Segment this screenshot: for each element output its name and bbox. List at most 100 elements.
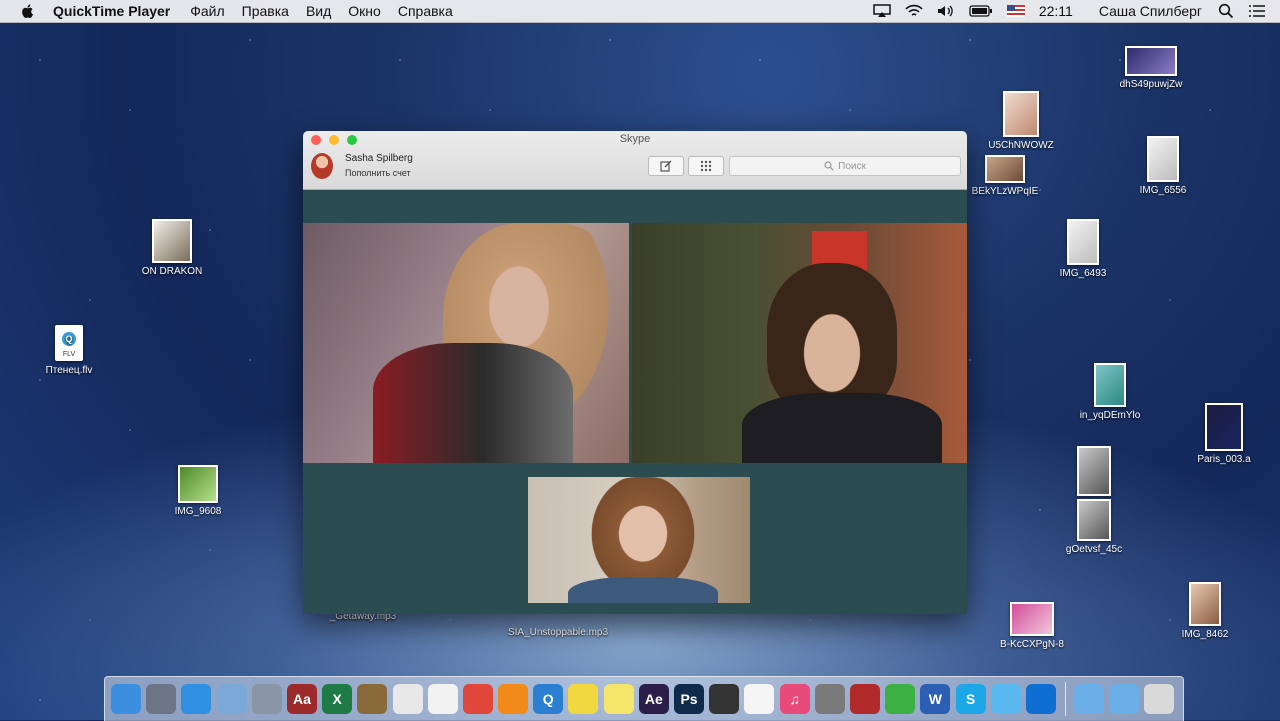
dock-separator <box>1065 682 1067 716</box>
dock-final-cut-icon[interactable] <box>709 684 740 714</box>
desktop-icon[interactable]: gOetvsf_45c <box>1049 446 1139 555</box>
dock-stacks <box>1074 684 1180 714</box>
desktop-icon[interactable]: in_yqDEmYlo <box>1065 363 1155 421</box>
menubar-clock[interactable]: 22:11 <box>1039 3 1073 19</box>
dock-photoshop-icon[interactable]: Ps <box>674 684 704 714</box>
desktop-icon[interactable]: B-KcCXPgN-8 <box>987 602 1077 650</box>
participant-figure <box>568 577 718 603</box>
menu-view[interactable]: Вид <box>306 3 331 19</box>
dock-launchpad-icon[interactable] <box>146 684 177 714</box>
avatar[interactable] <box>311 153 333 179</box>
desktop-icon-label: SIA_Unstoppable.mp3 <box>507 627 609 638</box>
desktop-icon-label: B-KcCXPgN-8 <box>1000 639 1064 650</box>
dock-word-icon[interactable]: W <box>920 684 951 714</box>
battery-icon[interactable] <box>969 5 993 17</box>
desktop-icon-label: IMG_8462 <box>1181 629 1229 640</box>
dialpad-button[interactable] <box>688 156 724 176</box>
menu-edit[interactable]: Правка <box>242 3 289 19</box>
dock-downloads-folder-icon[interactable] <box>1109 684 1140 714</box>
photo-thumbnail <box>1094 363 1126 407</box>
self-video-preview[interactable] <box>528 477 750 603</box>
photo-thumbnail <box>1077 499 1111 541</box>
dock-dictionary-icon[interactable]: Aa <box>286 684 317 714</box>
desktop-icon-label: U5ChNWOWZ <box>988 140 1054 151</box>
desktop-icon-label: IMG_6493 <box>1059 268 1107 279</box>
skype-window[interactable]: Skype Sasha Spilberg Пополнить счет Поис… <box>303 131 967 614</box>
desktop-icon[interactable]: U5ChNWOWZ <box>976 91 1066 151</box>
participant-figure <box>742 393 942 463</box>
photo-thumbnail <box>1003 91 1039 137</box>
dock-vlc-icon[interactable] <box>498 684 529 714</box>
desktop-icon[interactable]: IMG_6556 <box>1118 136 1208 196</box>
dock-facetime-icon[interactable] <box>885 684 916 714</box>
desktop-icon[interactable]: dhS49puwjZw <box>1106 46 1196 90</box>
flag-us-icon[interactable] <box>1006 5 1025 17</box>
dock-after-effects-icon[interactable]: Ae <box>638 684 669 714</box>
list-icon[interactable] <box>1248 4 1266 18</box>
dock-applications-folder-icon[interactable] <box>1074 684 1105 714</box>
dock-notebook-icon[interactable] <box>357 684 388 714</box>
dock-chrome-icon[interactable] <box>462 684 493 714</box>
dock-teamviewer-icon[interactable] <box>1025 684 1056 714</box>
desktop-icon-label: gOetvsf_45c <box>1065 544 1123 555</box>
photo-thumbnail <box>1067 219 1099 265</box>
search-icon <box>824 161 834 171</box>
desktop-icon[interactable]: Paris_003.a <box>1179 403 1269 465</box>
dock-excel-icon[interactable]: X <box>322 684 353 714</box>
desktop-icon-label: ON DRAKON <box>141 266 203 277</box>
menu-file[interactable]: Файл <box>190 3 224 19</box>
add-credit-link[interactable]: Пополнить счет <box>345 168 411 178</box>
participant-figure <box>767 263 897 413</box>
desktop-icon[interactable]: IMG_8462 <box>1160 582 1250 640</box>
search-icon[interactable] <box>1218 3 1234 19</box>
desktop-icon-label: Paris_003.a <box>1197 454 1251 465</box>
desktop-icon[interactable]: IMG_6493 <box>1038 219 1128 279</box>
airplay-icon[interactable] <box>873 4 891 18</box>
apple-icon[interactable] <box>19 2 37 20</box>
dock-safari-icon[interactable] <box>181 684 212 714</box>
participant-video-2[interactable] <box>632 223 967 463</box>
new-message-button[interactable] <box>648 156 684 176</box>
photo-thumbnail <box>985 155 1025 183</box>
dock-system-preferences-icon[interactable] <box>814 684 845 714</box>
desktop-icon-label: in_yqDEmYlo <box>1079 410 1141 421</box>
dock-photo-booth-icon[interactable] <box>849 684 880 714</box>
photo-thumbnail <box>1077 446 1111 496</box>
dock-messages-icon[interactable] <box>990 684 1021 714</box>
dock-itunes-icon[interactable]: ♫ <box>779 684 810 714</box>
desktop-icon[interactable]: IMG_9608 <box>153 465 243 517</box>
photo-thumbnail <box>152 219 192 263</box>
dock-stickies-icon[interactable] <box>568 684 599 714</box>
wifi-icon[interactable] <box>905 4 923 18</box>
dock-notes-icon[interactable] <box>603 684 634 714</box>
menu-window[interactable]: Окно <box>348 3 381 19</box>
compose-icon <box>660 160 672 172</box>
dock-pages-icon[interactable] <box>427 684 458 714</box>
desktop-icon[interactable]: SIA_Unstoppable.mp3 <box>498 627 618 638</box>
volume-icon[interactable] <box>937 4 955 18</box>
desktop-icon[interactable]: ON DRAKON <box>127 219 217 277</box>
dock-finder-icon[interactable] <box>111 684 141 714</box>
participant-video-1[interactable] <box>303 223 629 463</box>
photo-thumbnail <box>1125 46 1177 76</box>
desktop-icon[interactable]: FLV Птенец.flv <box>24 325 114 376</box>
desktop-icon[interactable]: BEkYLzWPqIE <box>960 155 1050 197</box>
dock-trash-icon[interactable] <box>1144 684 1175 714</box>
desktop-icon-label: IMG_6556 <box>1139 185 1187 196</box>
dock-textedit-icon[interactable] <box>392 684 423 714</box>
dock-image-capture-icon[interactable] <box>251 684 282 714</box>
app-menu[interactable]: QuickTime Player <box>53 3 170 19</box>
menubar-user[interactable]: Саша Спилберг <box>1099 3 1202 19</box>
dock-preview-icon[interactable] <box>216 684 247 714</box>
desktop-icon-label: dhS49puwjZw <box>1119 79 1183 90</box>
skype-search-input[interactable]: Поиск <box>729 156 961 176</box>
menu-help[interactable]: Справка <box>398 3 453 19</box>
dock-photos-icon[interactable] <box>744 684 775 714</box>
flv-file-icon: FLV <box>55 325 83 361</box>
skype-titlebar[interactable]: Skype Sasha Spilberg Пополнить счет Поис… <box>303 131 967 190</box>
search-placeholder: Поиск <box>838 160 866 172</box>
skype-user-name[interactable]: Sasha Spilberg <box>345 153 413 164</box>
menu-bar: QuickTime Player Файл Правка Вид Окно Сп… <box>0 0 1280 23</box>
dock-skype-icon[interactable]: S <box>955 684 986 714</box>
dock-quicktime-icon[interactable]: Q <box>533 684 564 714</box>
